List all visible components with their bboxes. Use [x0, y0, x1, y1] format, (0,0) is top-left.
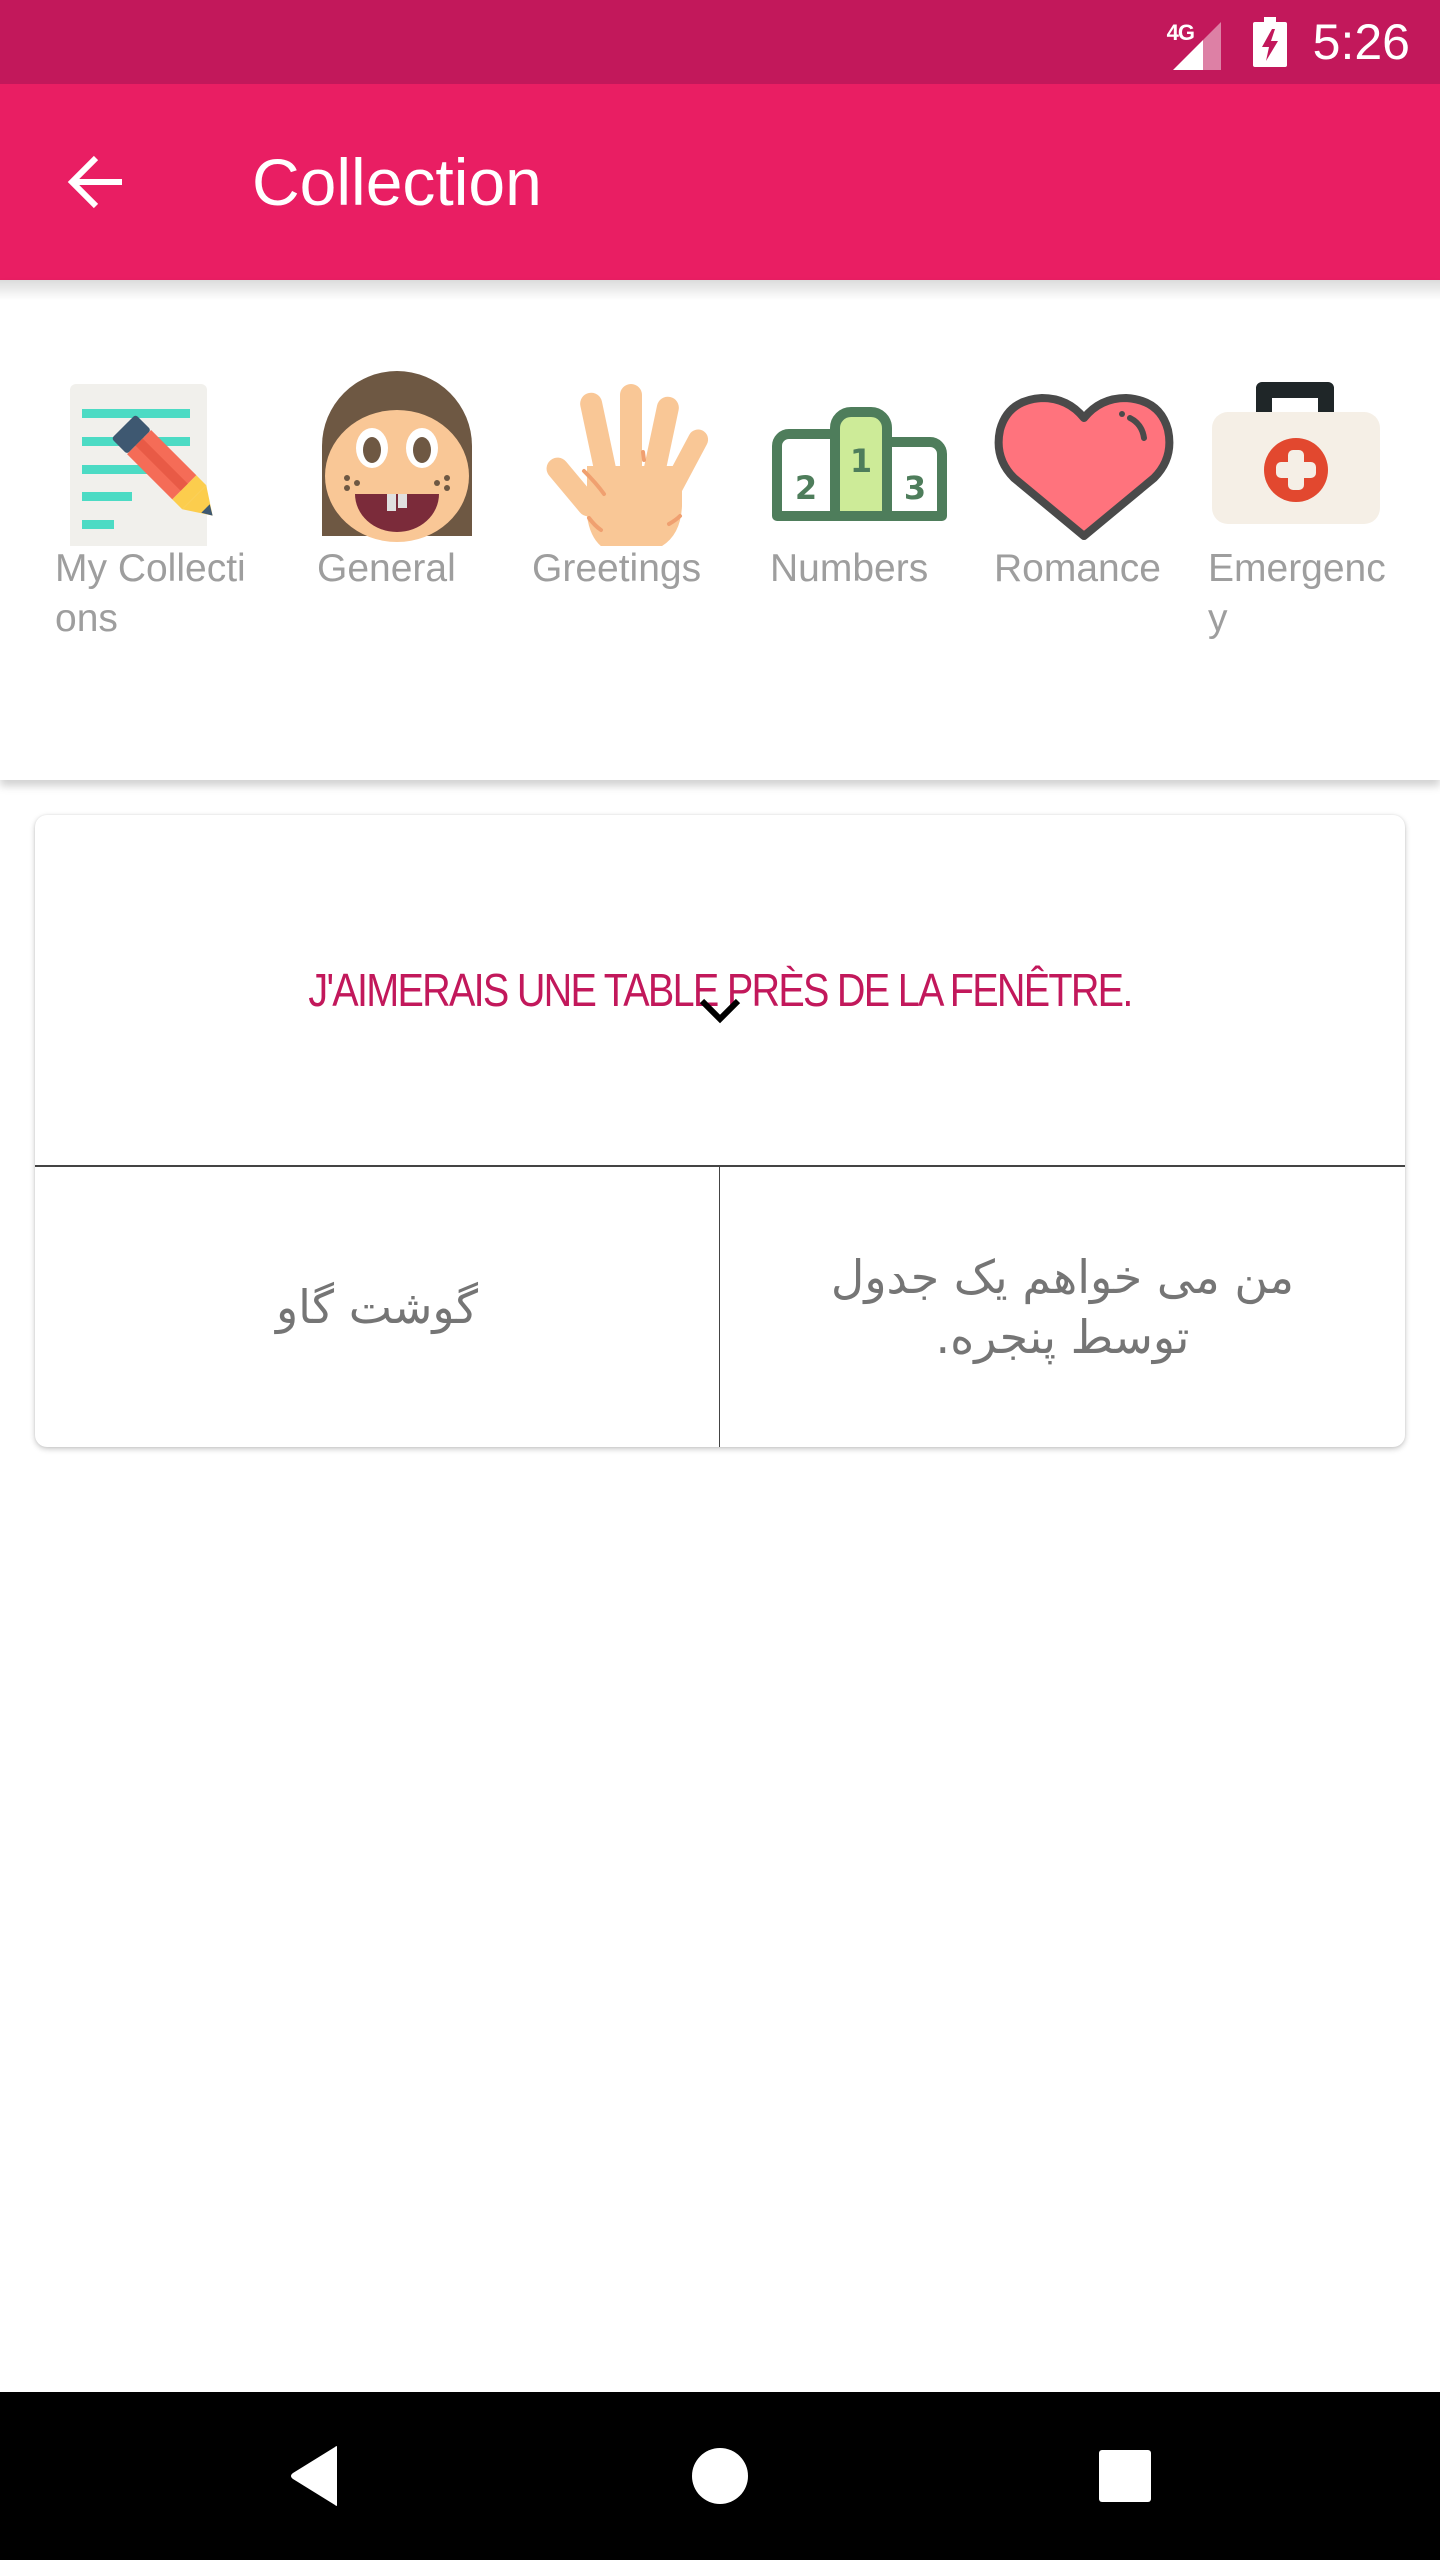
signal-icon: [1172, 22, 1221, 70]
category-panel: My Collections General Greetings 2 1 3 N…: [0, 280, 1440, 1024]
svg-text:3: 3: [904, 469, 926, 507]
phrase-card: J'AIMERAIS UNE TABLE PRÈS DE LA FENÊTRE.…: [35, 815, 1405, 1447]
category-label: Numbers: [770, 547, 929, 590]
smiling-face-icon: [322, 371, 472, 542]
category-label: Greetings: [532, 547, 702, 590]
system-nav-bar: [0, 2392, 1440, 2560]
nav-back-button[interactable]: [267, 2426, 367, 2526]
podium-icon: 2 1 3: [772, 407, 947, 521]
page-title: Collection: [252, 145, 542, 219]
recents-square-icon: [1099, 2450, 1151, 2502]
heart-icon: [994, 394, 1174, 540]
chevron-down-icon: [699, 998, 741, 1024]
category-label: Emergency: [1208, 547, 1386, 640]
notes-pencil-icon: [70, 384, 213, 546]
nav-home-button[interactable]: [670, 2426, 770, 2526]
status-bar: 4G 5:26: [0, 0, 1440, 84]
nav-recents-button[interactable]: [1075, 2426, 1175, 2526]
expand-categories-button[interactable]: [680, 980, 760, 1040]
battery-charging-icon: [1252, 17, 1287, 67]
svg-text:2: 2: [795, 469, 817, 507]
back-button[interactable]: [48, 134, 144, 230]
home-circle-icon: [692, 2448, 748, 2504]
category-row: My Collections General Greetings 2 1 3 N…: [0, 280, 1440, 680]
translation-left[interactable]: گوشت گاو: [35, 1167, 719, 1447]
category-label: My Collections: [55, 547, 246, 640]
category-label: Romance: [994, 547, 1161, 590]
waving-hand-icon: [546, 384, 709, 546]
svg-text:1: 1: [850, 442, 872, 480]
app-bar: Collection: [0, 84, 1440, 280]
arrow-back-icon: [67, 155, 122, 209]
category-label: General: [317, 547, 456, 590]
network-indicator: 4G: [1167, 14, 1227, 70]
clock: 5:26: [1312, 14, 1410, 70]
back-triangle-icon: [291, 2446, 337, 2506]
first-aid-kit-icon: [1212, 382, 1380, 524]
translation-right[interactable]: من می خواهم یک جدول توسط پنجره.: [720, 1167, 1405, 1447]
status-icons: 4G 5:26: [1167, 0, 1410, 84]
